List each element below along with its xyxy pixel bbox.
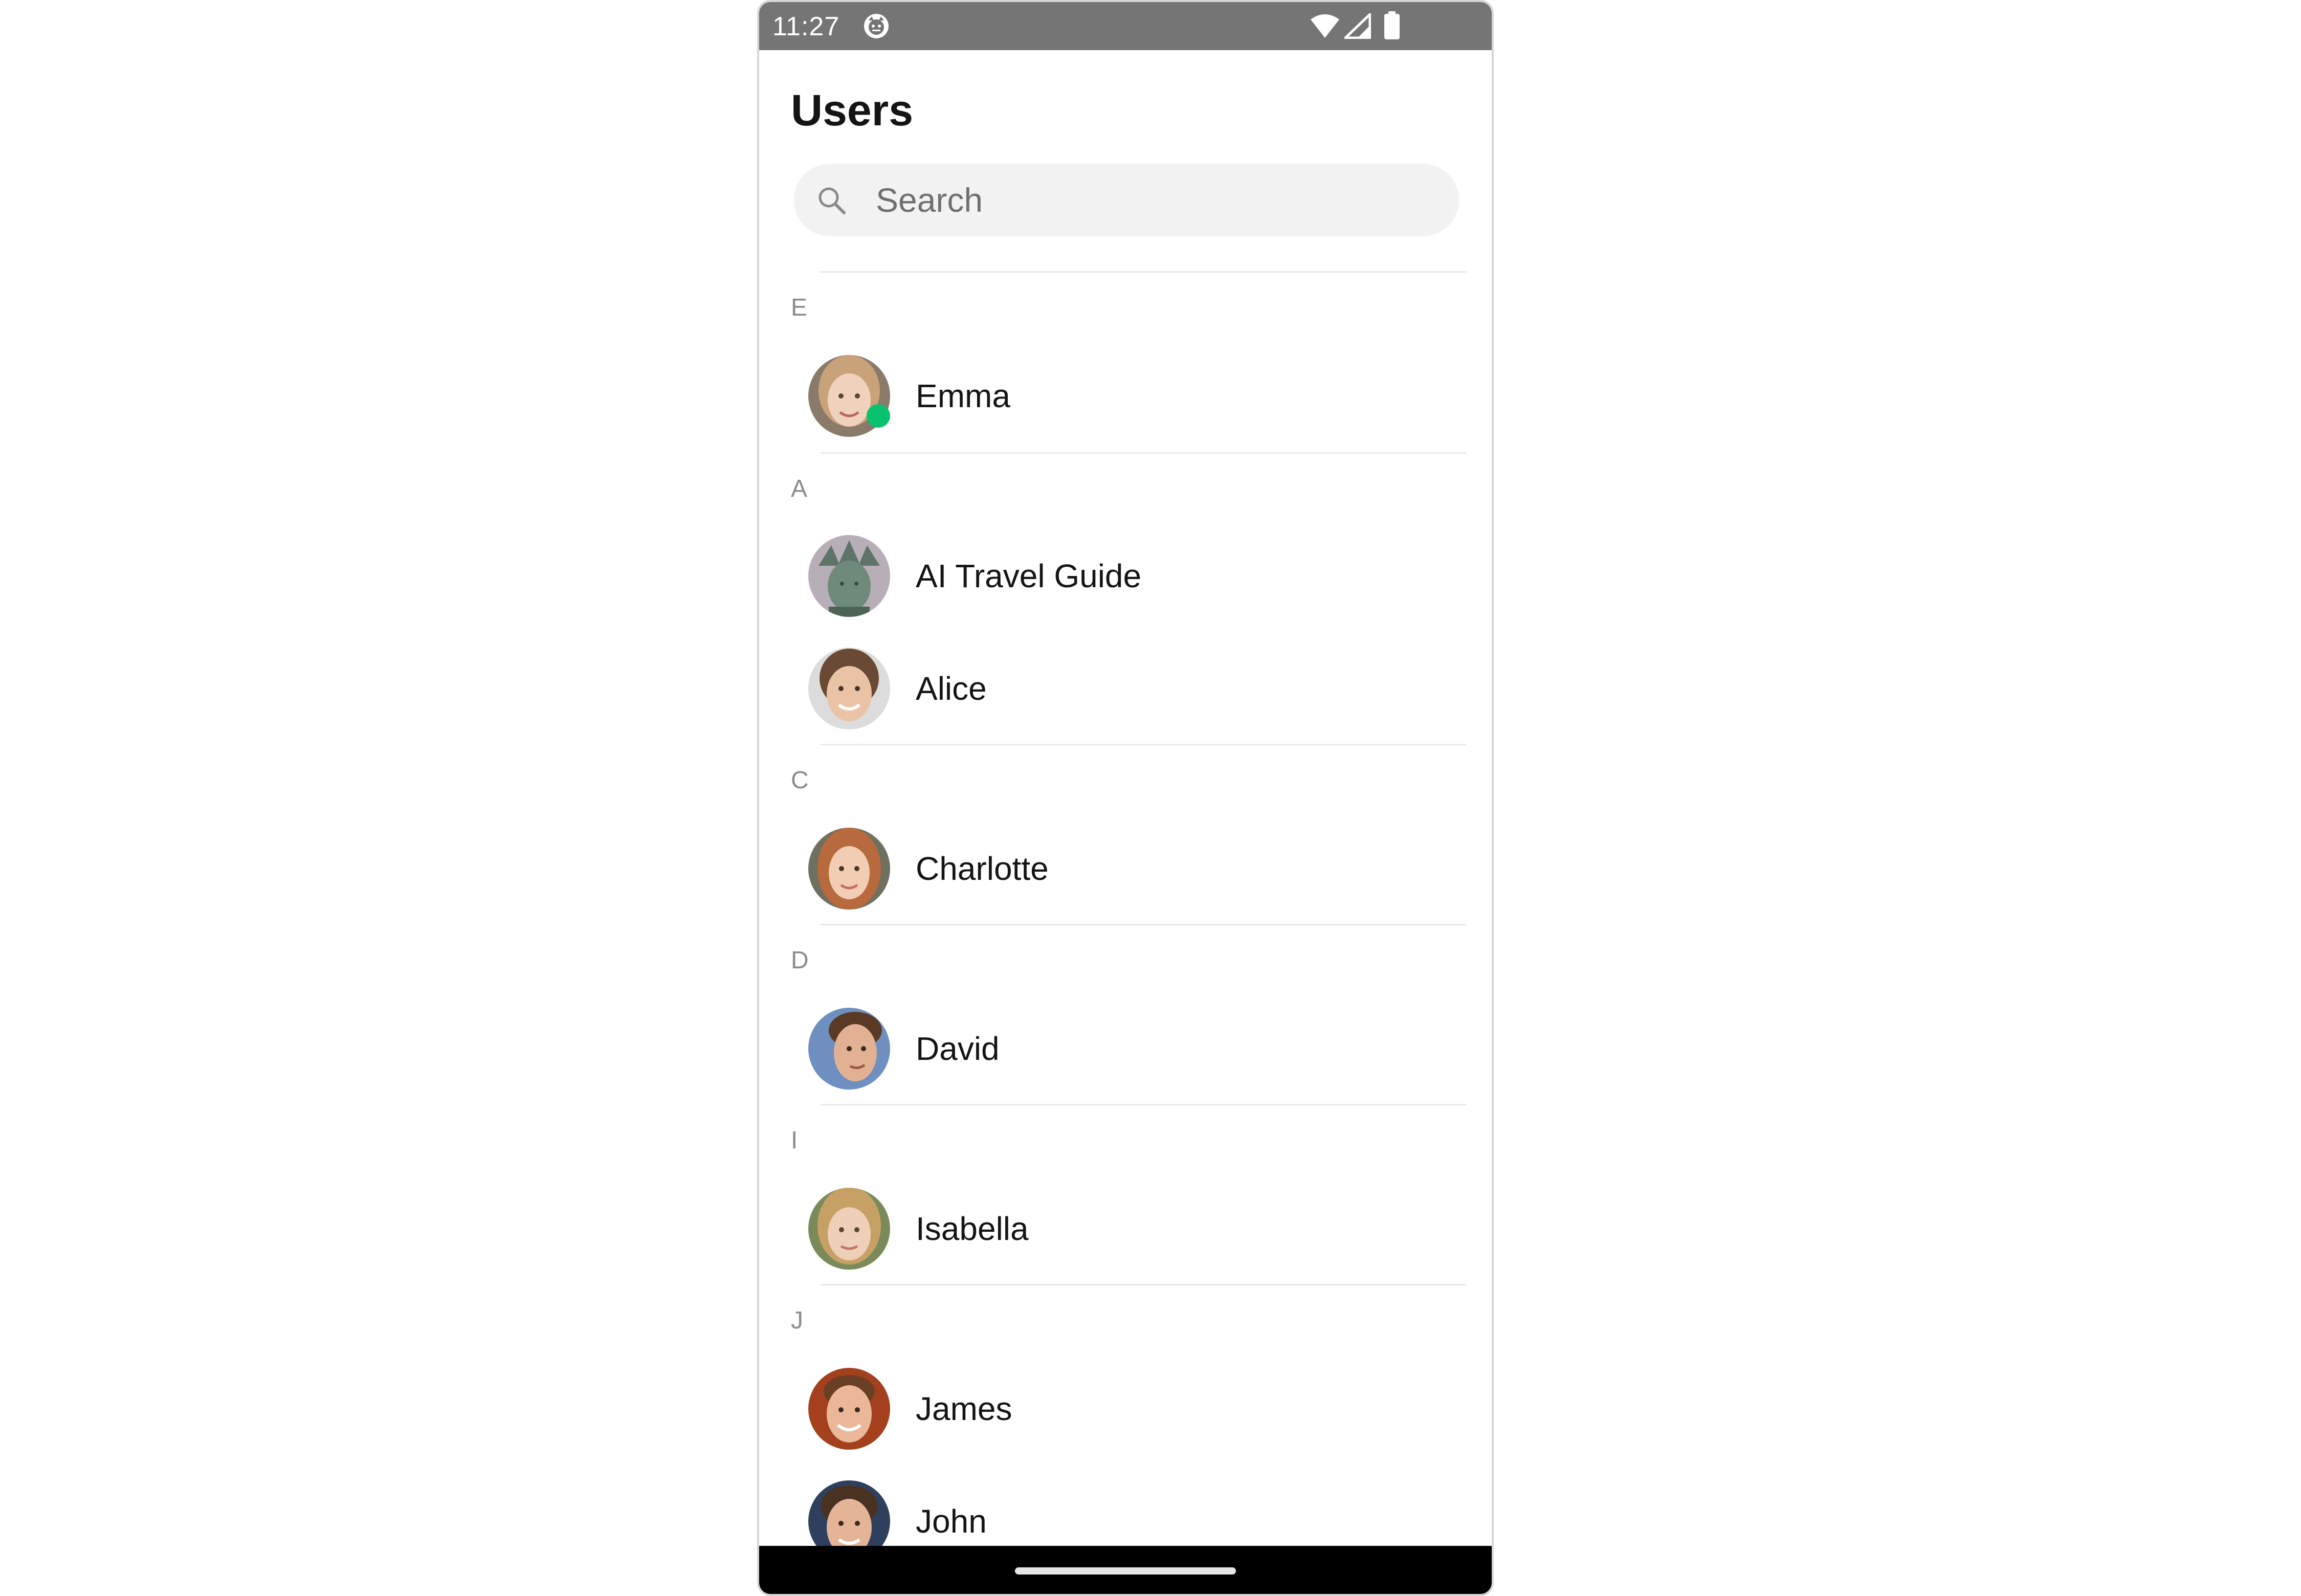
- list-item[interactable]: James: [759, 1358, 1492, 1460]
- divider: [821, 452, 1466, 454]
- avatar: [808, 1480, 890, 1546]
- online-status-icon: [867, 404, 890, 428]
- page-title: Users: [791, 86, 914, 135]
- search-input[interactable]: Search: [794, 164, 1459, 236]
- user-name: Isabella: [916, 1210, 1029, 1247]
- section-header-j: J: [791, 1307, 803, 1334]
- list-item[interactable]: Isabella: [759, 1178, 1492, 1280]
- phone-frame: 11:27 Users Search E Emma A AI Travel Gu…: [757, 0, 1494, 1596]
- section-header-e: E: [791, 294, 808, 321]
- list-item[interactable]: Charlotte: [759, 817, 1492, 920]
- section-header-d: D: [791, 947, 809, 974]
- section-header-c: C: [791, 767, 809, 794]
- avatar: [808, 828, 890, 910]
- divider: [821, 1284, 1466, 1285]
- search-icon: [816, 185, 847, 216]
- list-item[interactable]: Alice: [759, 637, 1492, 740]
- avatar: [808, 1188, 890, 1270]
- section-header-a: A: [791, 475, 808, 502]
- avatar: [808, 355, 890, 437]
- divider: [821, 924, 1466, 925]
- divider: [821, 1104, 1466, 1105]
- list-item[interactable]: Emma: [759, 345, 1492, 447]
- list-item[interactable]: David: [759, 997, 1492, 1100]
- user-name: Charlotte: [916, 850, 1049, 887]
- users-screen: Users Search E Emma A AI Travel Guide Al…: [759, 50, 1492, 1546]
- avatar: [808, 1008, 890, 1090]
- user-name: Emma: [916, 378, 1010, 414]
- user-name: David: [916, 1030, 1000, 1067]
- avatar: [808, 648, 890, 729]
- search-placeholder: Search: [876, 181, 983, 219]
- list-item[interactable]: AI Travel Guide: [759, 525, 1492, 627]
- divider: [821, 744, 1466, 745]
- avatar: [808, 1368, 890, 1450]
- avatar: [808, 535, 890, 617]
- user-name: Alice: [916, 670, 987, 707]
- user-name: AI Travel Guide: [916, 558, 1142, 594]
- status-time: 11:27: [772, 12, 840, 41]
- divider: [821, 271, 1466, 273]
- home-gesture-handle[interactable]: [1015, 1567, 1236, 1575]
- navigation-bar: [759, 1546, 1492, 1594]
- user-name: James: [916, 1390, 1012, 1427]
- app-notification-icon: [862, 12, 890, 40]
- user-name: John: [916, 1503, 987, 1540]
- list-item[interactable]: John: [759, 1470, 1492, 1546]
- status-bar: 11:27: [759, 2, 1492, 50]
- section-header-i: I: [791, 1127, 798, 1154]
- screen-canvas: 11:27 Users Search E Emma A AI Travel Gu…: [0, 0, 2301, 1596]
